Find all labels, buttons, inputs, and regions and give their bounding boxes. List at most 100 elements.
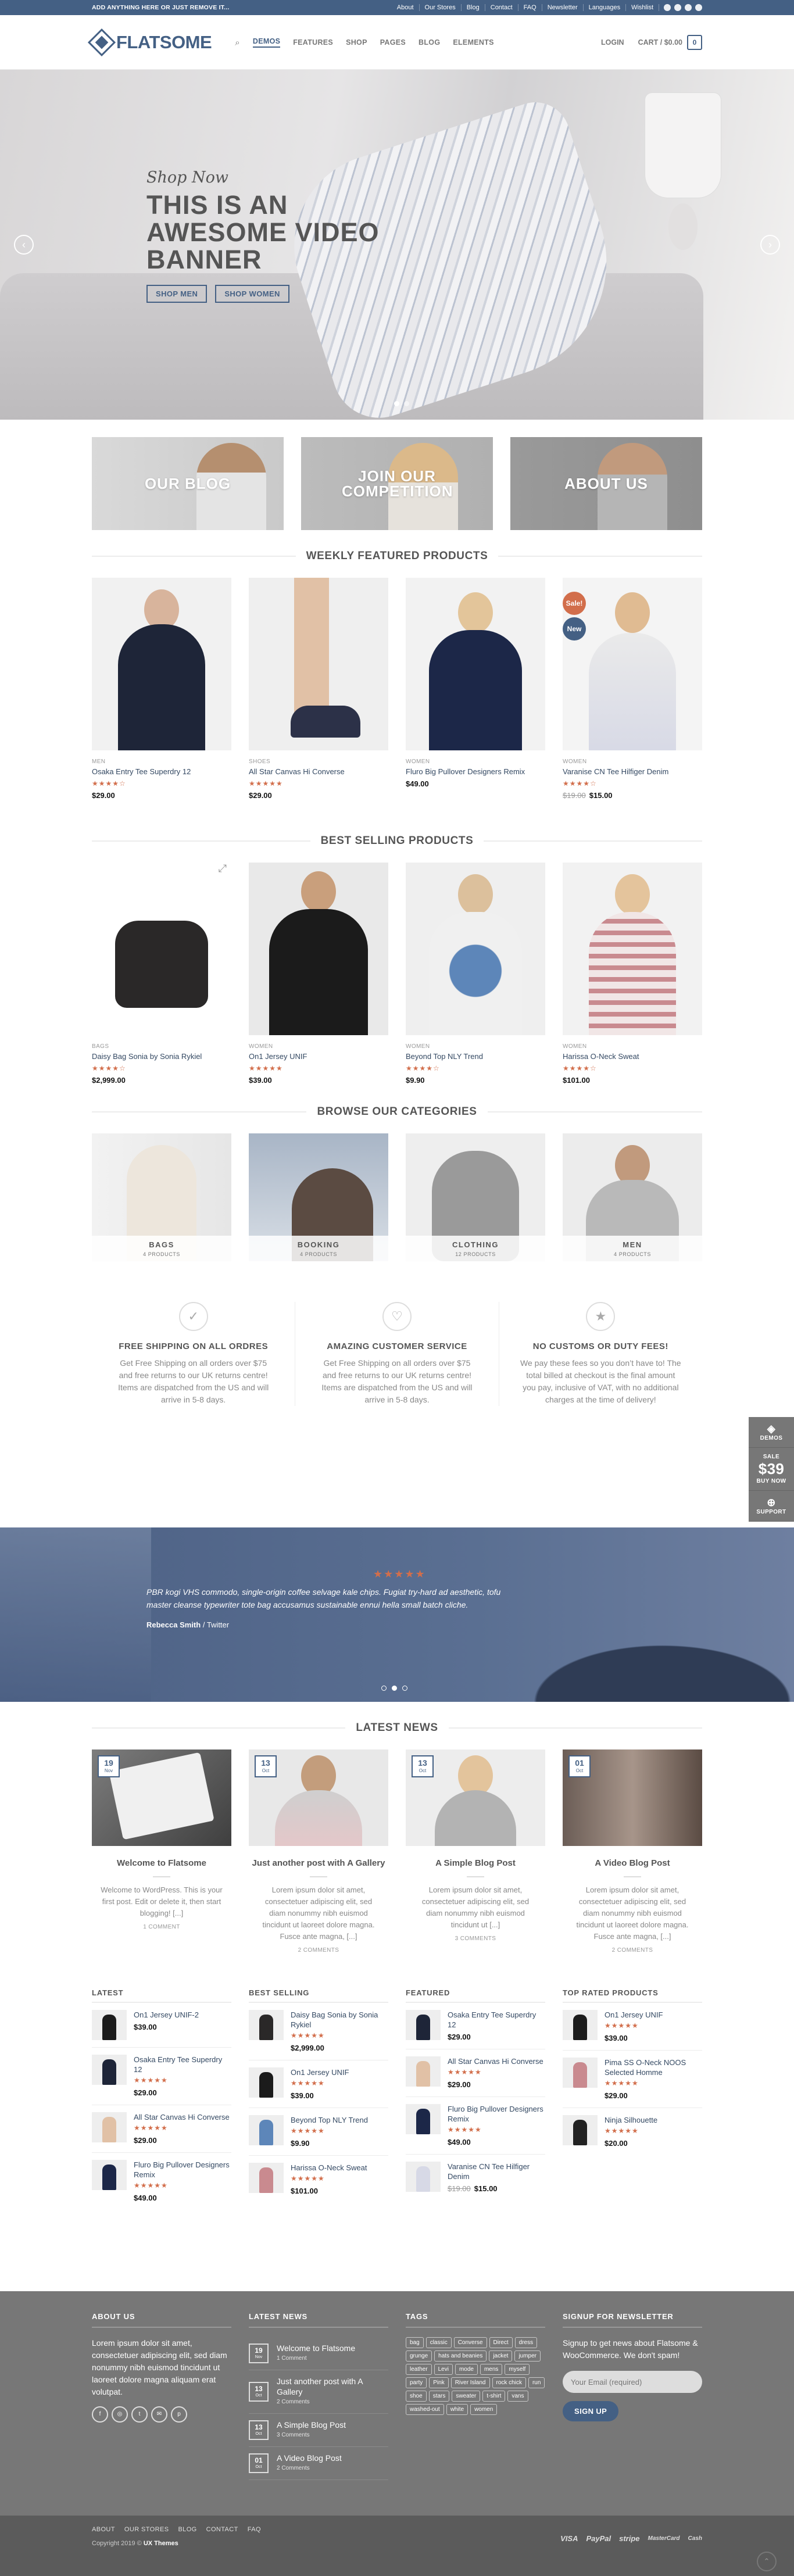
- widget-product[interactable]: Ninja Silhouette ★★★★★ $20.00: [563, 2108, 702, 2155]
- widget-product[interactable]: Varanise CN Tee Hilfiger Denim $19.00 $15.…: [406, 2155, 545, 2201]
- top-link-newsletter[interactable]: Newsletter: [542, 4, 584, 11]
- product-card[interactable]: WOMEN Beyond Top NLY Trend ★★★★☆ $9.90: [406, 863, 545, 1085]
- news-image[interactable]: 01 Oct: [563, 1749, 702, 1846]
- shop-men-button[interactable]: SHOP MEN: [146, 285, 208, 303]
- widget-product[interactable]: On1 Jersey UNIF ★★★★★ $39.00: [563, 2003, 702, 2051]
- product-name[interactable]: Fluro Big Pullover Designers Remix: [134, 2160, 231, 2180]
- product-name[interactable]: Beyond Top NLY Trend: [406, 1052, 545, 1061]
- widget-product[interactable]: Osaka Entry Tee Superdry 12 ★★★★★ $29.00: [92, 2048, 231, 2105]
- category-booking[interactable]: BOOKING 4 PRODUCTS: [249, 1133, 388, 1261]
- tag-link[interactable]: hats and beanies: [434, 2350, 487, 2362]
- tag-link[interactable]: River Island: [450, 2377, 490, 2388]
- news-title[interactable]: Just another post with A Gallery: [249, 1858, 388, 1869]
- product-card[interactable]: SHOES All Star Canvas Hi Converse ★★★★★ …: [249, 578, 388, 800]
- back-to-top-icon[interactable]: ⌃: [757, 2552, 777, 2571]
- tag-link[interactable]: jacket: [489, 2350, 513, 2362]
- product-name[interactable]: Osaka Entry Tee Superdry 12: [92, 767, 231, 776]
- support-tab[interactable]: ⊕ SUPPORT: [749, 1491, 794, 1522]
- email-icon[interactable]: [695, 4, 702, 11]
- product-thumb[interactable]: [563, 2058, 598, 2088]
- twitter-icon[interactable]: [685, 4, 692, 11]
- product-name[interactable]: Daisy Bag Sonia by Sonia Rykiel: [92, 1052, 231, 1061]
- nav-blog[interactable]: BLOG: [419, 38, 440, 46]
- product-image[interactable]: [406, 863, 545, 1035]
- product-thumb[interactable]: [406, 2010, 441, 2040]
- search-icon[interactable]: ⌕: [235, 38, 240, 48]
- product-name[interactable]: On1 Jersey UNIF: [249, 1052, 388, 1061]
- product-thumb[interactable]: [406, 2056, 441, 2087]
- product-thumb[interactable]: [249, 2010, 284, 2040]
- footer-link-about[interactable]: ABOUT: [92, 2526, 115, 2533]
- tag-link[interactable]: mode: [455, 2364, 478, 2375]
- product-name[interactable]: All Star Canvas Hi Converse: [448, 2056, 543, 2066]
- news-comments[interactable]: 2 COMMENTS: [563, 1947, 702, 1954]
- top-link-faq[interactable]: FAQ: [518, 4, 542, 11]
- nav-demos[interactable]: DEMOS: [252, 37, 281, 48]
- widget-product[interactable]: Osaka Entry Tee Superdry 12 $29.00: [406, 2003, 545, 2049]
- tag-link[interactable]: white: [446, 2404, 468, 2415]
- widget-product[interactable]: All Star Canvas Hi Converse ★★★★★ $29.00: [92, 2105, 231, 2153]
- product-image[interactable]: [563, 863, 702, 1035]
- twitter-icon[interactable]: t: [131, 2406, 148, 2423]
- tag-link[interactable]: leather: [406, 2364, 432, 2375]
- product-image[interactable]: [249, 578, 388, 750]
- footer-link-contact[interactable]: CONTACT: [206, 2526, 238, 2533]
- footer-post[interactable]: 13 Oct Just another post with A Gallery 2 C…: [249, 2370, 388, 2414]
- footer-link-faq[interactable]: FAQ: [248, 2526, 261, 2533]
- product-thumb[interactable]: [249, 2115, 284, 2145]
- product-name[interactable]: Fluro Big Pullover Designers Remix: [406, 767, 545, 776]
- news-title[interactable]: A Video Blog Post: [563, 1858, 702, 1869]
- top-link-contact[interactable]: Contact: [485, 4, 518, 11]
- nav-shop[interactable]: SHOP: [346, 38, 367, 46]
- news-comments[interactable]: 1 COMMENT: [92, 1924, 231, 1930]
- tag-link[interactable]: Direct: [489, 2337, 513, 2348]
- slider-prev-icon[interactable]: ‹: [14, 235, 34, 255]
- top-link-languages[interactable]: Languages: [584, 4, 627, 11]
- tag-link[interactable]: vans: [507, 2391, 528, 2402]
- news-card[interactable]: 19 Nov Welcome to Flatsome Welcome to Wor…: [92, 1749, 231, 1954]
- news-card[interactable]: 13 Oct A Simple Blog Post Lorem ipsum dol…: [406, 1749, 545, 1954]
- product-thumb[interactable]: [406, 2162, 441, 2192]
- product-name[interactable]: All Star Canvas Hi Converse: [249, 767, 388, 776]
- top-link-wishlist[interactable]: Wishlist: [626, 4, 659, 11]
- quick-view-icon[interactable]: ⤢: [219, 863, 227, 875]
- category-clothing[interactable]: CLOTHING 12 PRODUCTS: [406, 1133, 545, 1261]
- product-image[interactable]: [92, 578, 231, 750]
- product-name[interactable]: All Star Canvas Hi Converse: [134, 2112, 230, 2122]
- widget-product[interactable]: On1 Jersey UNIF-2 $39.00: [92, 2003, 231, 2048]
- tag-link[interactable]: Converse: [453, 2337, 487, 2348]
- product-name[interactable]: Fluro Big Pullover Designers Remix: [448, 2104, 545, 2124]
- product-thumb[interactable]: [563, 2010, 598, 2040]
- product-name[interactable]: Harissa O-Neck Sweat: [291, 2163, 367, 2173]
- sale-tab[interactable]: SALE $39 BUY NOW: [749, 1448, 794, 1491]
- widget-product[interactable]: All Star Canvas Hi Converse ★★★★★ $29.00: [406, 2049, 545, 2097]
- product-name[interactable]: Beyond Top NLY Trend: [291, 2115, 368, 2125]
- product-name[interactable]: Osaka Entry Tee Superdry 12: [448, 2010, 545, 2030]
- product-thumb[interactable]: [92, 2112, 127, 2142]
- tag-link[interactable]: t-shirt: [482, 2391, 506, 2402]
- product-name[interactable]: On1 Jersey UNIF: [605, 2010, 663, 2020]
- news-title[interactable]: A Simple Blog Post: [406, 1858, 545, 1869]
- top-link-about[interactable]: About: [392, 4, 420, 11]
- post-title[interactable]: A Simple Blog Post: [277, 2420, 346, 2430]
- product-thumb[interactable]: [406, 2104, 441, 2134]
- tag-link[interactable]: stars: [428, 2391, 450, 2402]
- product-thumb[interactable]: [563, 2115, 598, 2145]
- slider-dot[interactable]: [394, 401, 399, 406]
- product-thumb[interactable]: [92, 2010, 127, 2040]
- email-icon[interactable]: ✉: [151, 2406, 167, 2423]
- product-card[interactable]: WOMEN On1 Jersey UNIF ★★★★★ $39.00: [249, 863, 388, 1085]
- news-image[interactable]: 13 Oct: [406, 1749, 545, 1846]
- tag-link[interactable]: washed-out: [406, 2404, 444, 2415]
- product-thumb[interactable]: [249, 2067, 284, 2098]
- product-thumb[interactable]: [249, 2163, 284, 2193]
- post-title[interactable]: Just another post with A Gallery: [277, 2377, 363, 2396]
- category-bags[interactable]: BAGS 4 PRODUCTS: [92, 1133, 231, 1261]
- product-name[interactable]: Varanise CN Tee Hilfiger Denim: [563, 767, 702, 776]
- product-name[interactable]: On1 Jersey UNIF: [291, 2067, 349, 2077]
- tag-link[interactable]: jumper: [514, 2350, 541, 2362]
- tag-link[interactable]: Pink: [429, 2377, 449, 2388]
- widget-product[interactable]: Harissa O-Neck Sweat ★★★★★ $101.00: [249, 2156, 388, 2203]
- news-image[interactable]: 13 Oct: [249, 1749, 388, 1846]
- tag-link[interactable]: women: [470, 2404, 498, 2415]
